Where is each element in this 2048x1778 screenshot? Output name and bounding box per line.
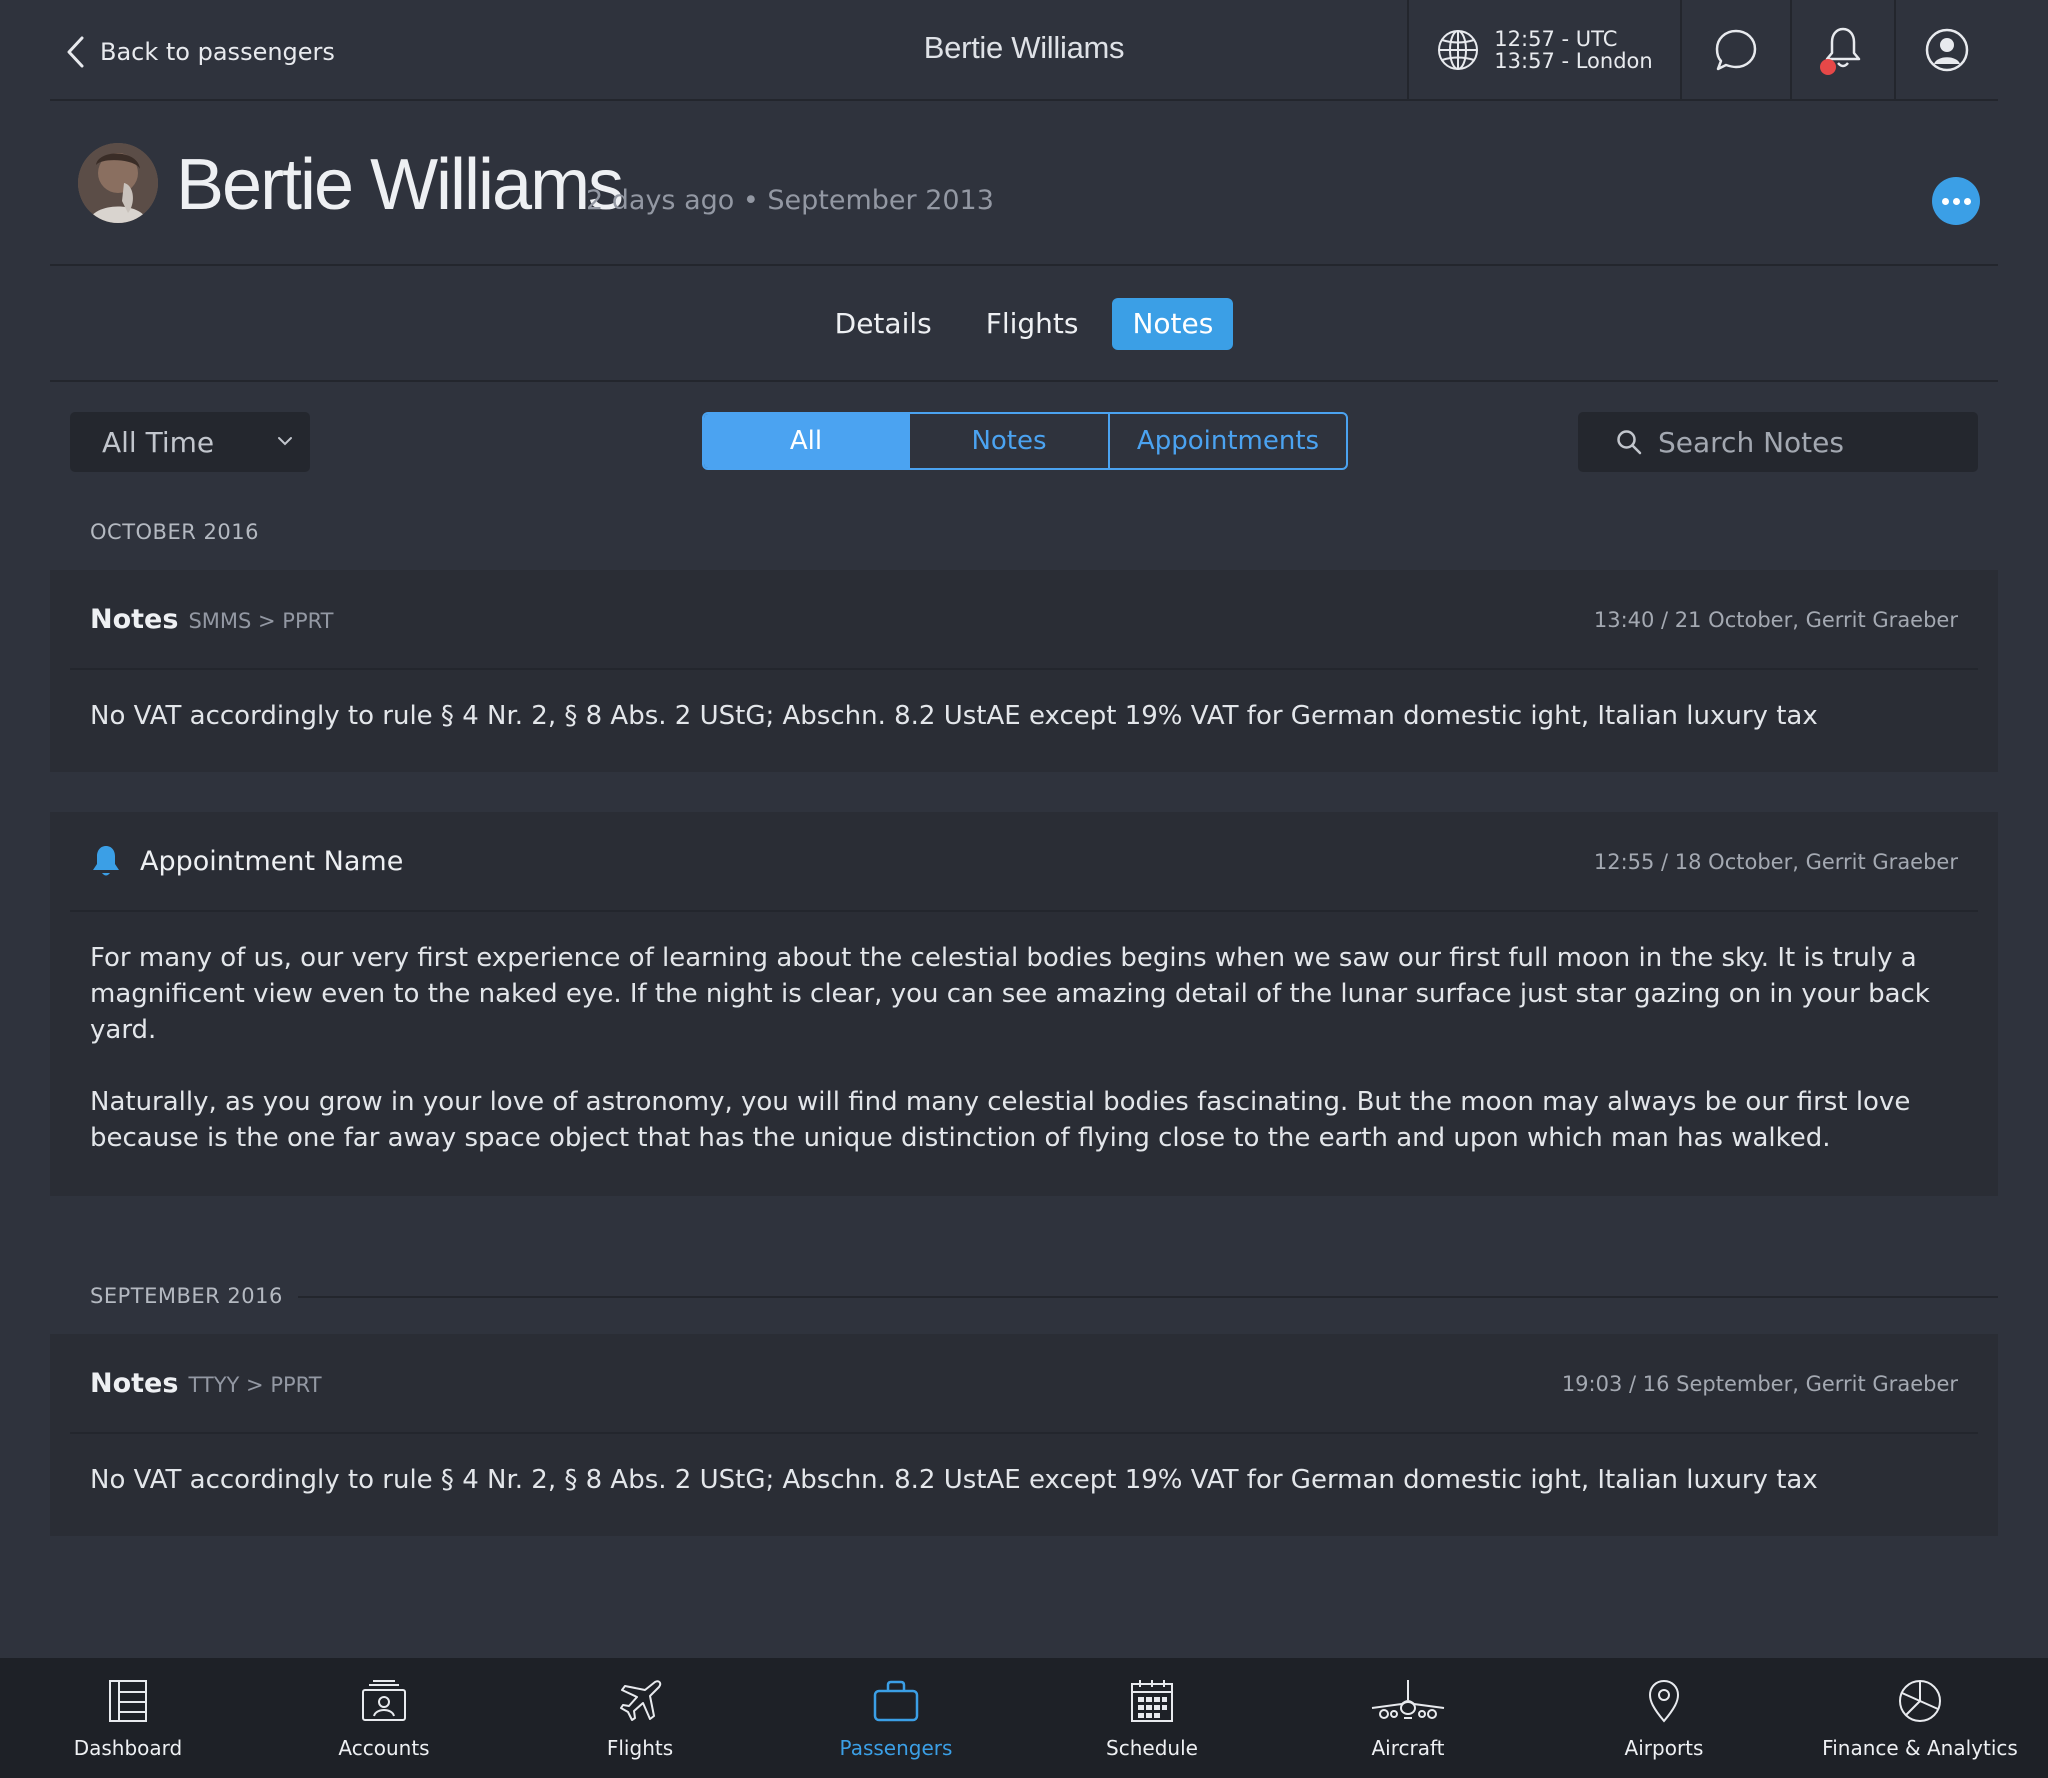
note-timestamp: 19:03 / 16 September, Gerrit Graeber xyxy=(1561,1372,1958,1396)
more-dot xyxy=(1963,197,1971,205)
note-card-header: Notes TTYY > PPRT 19:03 / 16 September, … xyxy=(70,1334,1978,1434)
nav-airports[interactable]: Airports xyxy=(1536,1658,1792,1778)
passenger-notes-page: Back to passengers Bertie Williams 12:57… xyxy=(0,0,2048,1778)
tab-flights[interactable]: Flights xyxy=(966,298,1099,350)
note-title: Notes xyxy=(90,1368,179,1399)
nav-aircraft[interactable]: Aircraft xyxy=(1280,1658,1536,1778)
passenger-header: Bertie Williams 2 days ago • September 2… xyxy=(50,101,1998,266)
top-bar: Back to passengers Bertie Williams 12:57… xyxy=(50,0,1998,101)
chat-bubble-icon xyxy=(1715,29,1757,70)
nav-label: Passengers xyxy=(839,1736,953,1760)
nav-label: Finance & Analytics xyxy=(1822,1736,2018,1760)
top-right-tools: 12:57 - UTC 13:57 - London xyxy=(1407,0,1998,99)
dashboard-icon xyxy=(109,1680,147,1722)
airplane-icon xyxy=(620,1680,662,1721)
back-label: Back to passengers xyxy=(100,38,335,66)
nav-label: Aircraft xyxy=(1371,1736,1445,1760)
timezone-clock[interactable]: 12:57 - UTC 13:57 - London xyxy=(1407,0,1680,99)
notification-badge-dot xyxy=(1820,58,1836,75)
appointment-paragraph: For many of us, our very first experienc… xyxy=(90,943,1930,1045)
section-divider xyxy=(298,1296,1998,1298)
accounts-icon xyxy=(362,1680,406,1721)
tab-notes[interactable]: Notes xyxy=(1112,298,1234,350)
note-body: No VAT accordingly to rule § 4 Nr. 2, § … xyxy=(90,1462,1958,1498)
local-time: 13:57 - London xyxy=(1494,48,1653,73)
more-dot xyxy=(1952,197,1960,205)
appointment-card-header: Appointment Name 12:55 / 18 October, Ger… xyxy=(70,812,1978,912)
filter-all[interactable]: All xyxy=(704,414,908,468)
chevron-left-icon xyxy=(67,36,84,68)
search-icon xyxy=(1617,430,1642,455)
chevron-down-icon xyxy=(278,437,292,446)
appointment-title-group: Appointment Name xyxy=(90,844,403,878)
user-avatar-icon xyxy=(1925,28,1969,71)
passenger-tabs-row: Details Flights Notes xyxy=(50,266,1998,382)
time-range-value: All Time xyxy=(102,425,215,459)
nav-schedule[interactable]: Schedule xyxy=(1024,1658,1280,1778)
note-card[interactable]: Notes TTYY > PPRT 19:03 / 16 September, … xyxy=(50,1334,1998,1536)
appointment-body: For many of us, our very first experienc… xyxy=(90,940,1958,1156)
nav-dashboard[interactable]: Dashboard xyxy=(0,1658,256,1778)
section-label-october-2016: OCTOBER 2016 xyxy=(90,520,259,544)
utc-time: 12:57 - UTC xyxy=(1494,26,1618,51)
note-text: No VAT accordingly to rule § 4 Nr. 2, § … xyxy=(90,701,1818,731)
note-body: No VAT accordingly to rule § 4 Nr. 2, § … xyxy=(90,698,1958,734)
avatar-photo xyxy=(78,143,158,223)
appointment-timestamp: 12:55 / 18 October, Gerrit Graeber xyxy=(1593,850,1958,874)
section-label-september-2016: SEPTEMBER 2016 xyxy=(90,1284,283,1308)
nav-label: Airports xyxy=(1624,1736,1704,1760)
nav-flights[interactable]: Flights xyxy=(512,1658,768,1778)
chat-button[interactable] xyxy=(1680,0,1790,99)
location-pin-icon xyxy=(1648,1679,1680,1723)
passenger-name: Bertie Williams xyxy=(176,145,624,225)
tab-details[interactable]: Details xyxy=(815,298,952,350)
passenger-tabs: Details Flights Notes xyxy=(50,298,1998,350)
nav-accounts[interactable]: Accounts xyxy=(256,1658,512,1778)
briefcase-icon xyxy=(873,1680,919,1722)
aircraft-icon xyxy=(1371,1680,1445,1719)
nav-label: Schedule xyxy=(1106,1736,1198,1760)
nav-label: Flights xyxy=(606,1736,674,1760)
time-range-select[interactable]: All Time xyxy=(70,412,310,472)
more-dot xyxy=(1941,197,1949,205)
note-title-group: Notes TTYY > PPRT xyxy=(90,1368,322,1399)
nav-label: Dashboard xyxy=(73,1736,183,1760)
profile-button[interactable] xyxy=(1894,0,1998,99)
bell-icon xyxy=(93,846,119,876)
note-timestamp: 13:40 / 21 October, Gerrit Graeber xyxy=(1593,608,1958,632)
more-options-button[interactable] xyxy=(1932,177,1980,225)
back-to-passengers-link[interactable]: Back to passengers xyxy=(66,34,335,70)
note-route: TTYY > PPRT xyxy=(188,1373,322,1397)
globe-icon xyxy=(1438,29,1479,70)
nav-passengers[interactable]: Passengers xyxy=(768,1658,1024,1778)
pie-chart-icon xyxy=(1899,1680,1941,1722)
appointment-card[interactable]: Appointment Name 12:55 / 18 October, Ger… xyxy=(50,812,1998,1196)
appointment-title: Appointment Name xyxy=(140,845,404,877)
entry-type-filter: All Notes Appointments xyxy=(702,412,1348,470)
filter-appointments[interactable]: Appointments xyxy=(1108,414,1346,468)
note-text: No VAT accordingly to rule § 4 Nr. 2, § … xyxy=(90,1465,1818,1495)
filter-notes[interactable]: Notes xyxy=(908,414,1108,468)
search-notes-input[interactable] xyxy=(1658,425,1958,459)
notifications-button[interactable] xyxy=(1790,0,1894,99)
note-route: SMMS > PPRT xyxy=(188,609,334,633)
passenger-meta: 2 days ago • September 2013 xyxy=(586,185,994,216)
nav-finance-analytics[interactable]: Finance & Analytics xyxy=(1792,1658,2048,1778)
note-title: Notes xyxy=(90,604,179,635)
note-card[interactable]: Notes SMMS > PPRT 13:40 / 21 October, Ge… xyxy=(50,570,1998,772)
search-notes-box[interactable] xyxy=(1578,412,1978,472)
nav-label: Accounts xyxy=(338,1736,430,1760)
calendar-icon xyxy=(1131,1680,1173,1722)
appointment-paragraph: Naturally, as you grow in your love of a… xyxy=(90,1087,1911,1153)
note-title-group: Notes SMMS > PPRT xyxy=(90,604,334,635)
avatar xyxy=(78,143,158,223)
bottom-navigation: Dashboard Accounts Flights Passengers Sc… xyxy=(0,1658,2048,1778)
note-card-header: Notes SMMS > PPRT 13:40 / 21 October, Ge… xyxy=(70,570,1978,670)
